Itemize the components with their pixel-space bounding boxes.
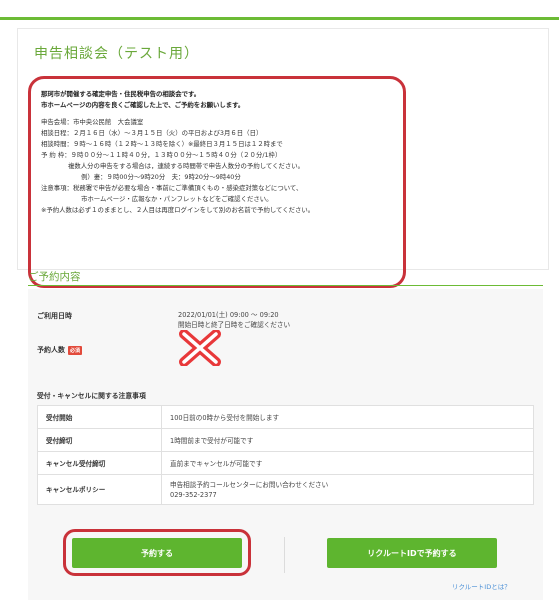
notice-venue: 申告会場：市中央公民館 大会議室 <box>41 118 144 126</box>
notice-multi-2: 例）妻：９時00分～9時20分 夫：9時20分～9時40分 <box>81 173 241 181</box>
section-divider <box>28 285 543 286</box>
rule-key: 受付締切 <box>37 428 162 452</box>
recruit-id-help-link[interactable]: リクルートIDとは？ <box>452 581 511 591</box>
table-row: キャンセルポリシー 申告相談予約コールセンターにお問い合わせください 029-3… <box>37 474 534 505</box>
people-label: 予約人数 必須 <box>37 345 83 355</box>
event-info-card: 申告相談会（テスト用） 那珂市が開催する確定申告・住民税申告の相談会です。 市ホ… <box>17 28 549 288</box>
notice-dates: 相談日程：２月１６日（水）～３月１５日（火）の平日および3月６日（日） <box>41 129 263 137</box>
people-label-text: 予約人数 <box>37 346 65 354</box>
table-row: 受付開始 100日前の0時から受付を開始します <box>37 405 534 429</box>
datetime-label: ご利用日時 <box>37 312 72 320</box>
cross-mark-icon <box>179 330 221 366</box>
notice-caution-3: ※予約人数は必ず１のままとし、２人目は再度ログインをして別のお名前で予約してくだ… <box>41 206 315 214</box>
rule-value: 申告相談予約コールセンターにお問い合わせください 029-352-2377 <box>161 474 534 505</box>
rule-value: 100日前の0時から受付を開始します <box>161 405 534 429</box>
datetime-value: 2022/01/01(土) 09:00 ～ 09:20 <box>178 311 279 319</box>
notice-slots: 予 約 枠：９時００分～１１時４０分，１３時００分～１５時４０分（２０分/1枠） <box>41 151 282 159</box>
notice-caution-2: 市ホームページ・広報なか・パンフレットなどをご確認ください。 <box>81 195 273 203</box>
rule-value: 1時間前まで受付が可能です <box>161 428 534 452</box>
reservation-panel: ご利用日時 2022/01/01(土) 09:00 ～ 09:20 開始日時と終… <box>28 289 543 600</box>
rule-key: 受付開始 <box>37 405 162 429</box>
rule-key: キャンセル受付締切 <box>37 451 162 475</box>
reservation-section-title: ご予約内容 <box>28 271 81 283</box>
rules-table: 受付開始 100日前の0時から受付を開始します 受付締切 1時間前まで受付が可能… <box>37 405 534 505</box>
table-row: 受付締切 1時間前まで受付が可能です <box>37 428 534 452</box>
notice-caution-1: 注意事項：税務署で申告が必要な場合・事前にご準備頂くもの・感染症対策などについて… <box>41 184 303 192</box>
rule-key: キャンセルポリシー <box>37 474 162 505</box>
recruit-id-reserve-button[interactable]: リクルートIDで予約する <box>327 538 497 568</box>
notice-intro-1: 那珂市が開催する確定申告・住民税申告の相談会です。 <box>41 90 201 98</box>
button-divider <box>284 537 285 573</box>
table-row: キャンセル受付締切 直前までキャンセルが可能です <box>37 451 534 475</box>
event-notice-box: 那珂市が開催する確定申告・住民税申告の相談会です。 市ホームページの内容を良くご… <box>28 76 406 288</box>
notice-hours: 相談時間：９時～１６時（１２時～１３時を除く）※最終日３月１５日は１２時まで <box>41 140 283 148</box>
notice-intro-2: 市ホームページの内容を良くご確認した上で、ご予約をお願いします。 <box>41 101 245 109</box>
rule-value: 直前までキャンセルが可能です <box>161 451 534 475</box>
rule-value-line-1: 申告相談予約コールセンターにお問い合わせください <box>170 480 329 489</box>
rule-value-line-2: 029-352-2377 <box>170 490 217 499</box>
rules-title: 受付・キャンセルに関する注意事項 <box>37 392 146 400</box>
notice-multi-1: 複数人分の申告をする場合は，連続する時間帯で申告人数分の予約してください。 <box>68 162 305 170</box>
reserve-button[interactable]: 予約する <box>72 538 242 568</box>
page-title: 申告相談会（テスト用） <box>34 46 199 62</box>
datetime-note: 開始日時と終了日時をご確認ください <box>178 321 291 329</box>
top-accent-bar <box>0 17 559 20</box>
required-badge: 必須 <box>68 345 83 355</box>
